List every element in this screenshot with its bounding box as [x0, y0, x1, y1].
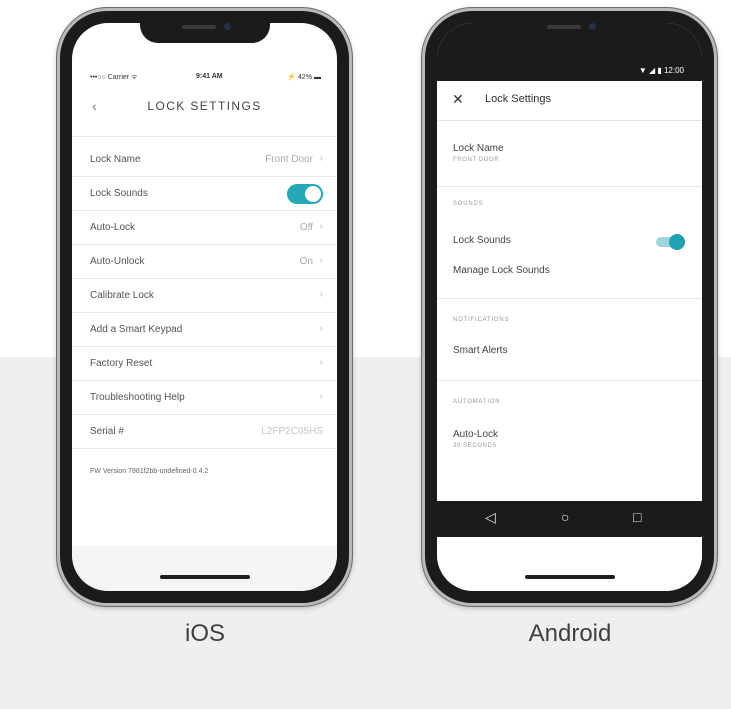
- manage-lock-sounds-item[interactable]: Manage Lock Sounds: [437, 257, 702, 287]
- phone-notch: [504, 17, 635, 43]
- page-title: Lock Settings: [485, 93, 552, 105]
- firmware-version: FW Version 7881f2bb-undefined-0.4.2: [90, 468, 209, 475]
- settings-list: Lock Name Front Door › Lock Sounds Auto-…: [72, 143, 337, 449]
- battery-icon: ⚡ 42% ▬: [287, 74, 321, 81]
- row-label: Lock Sounds: [90, 188, 148, 199]
- home-indicator[interactable]: [524, 575, 615, 579]
- row-auto-lock[interactable]: Auto-Lock Off ›: [72, 211, 337, 245]
- auto-lock-item[interactable]: Auto-Lock 30 SECONDS: [437, 421, 702, 451]
- app-bar: ✕ Lock Settings: [437, 81, 702, 121]
- chevron-right-icon: ›: [319, 221, 323, 232]
- status-time: 9:41 AM: [196, 73, 223, 80]
- smart-alerts-item[interactable]: Smart Alerts: [437, 337, 702, 367]
- lock-name-item[interactable]: Lock Name FRONT DOOR: [437, 135, 702, 165]
- section-header: NOTIFICATIONS: [453, 317, 510, 323]
- item-label: Lock Name: [453, 143, 504, 154]
- item-label: Manage Lock Sounds: [453, 265, 550, 276]
- row-value: On: [299, 256, 313, 267]
- chevron-right-icon: ›: [319, 255, 323, 266]
- row-label: Calibrate Lock: [90, 290, 154, 301]
- android-screen: ▼ ◢ ▮ 12:00 ✕ Lock Settings Lock Name FR…: [437, 23, 702, 591]
- nav-home-icon[interactable]: ○: [561, 509, 569, 525]
- section-header: AUTOMATION: [453, 399, 501, 405]
- phone-notch: [139, 17, 270, 43]
- ios-phone: •••○○ Carrier ᯤ 9:41 AM ⚡ 42% ▬ ‹ LOCK S…: [57, 8, 352, 606]
- row-value: Off: [299, 222, 313, 233]
- item-label: Auto-Lock: [453, 429, 499, 440]
- ios-caption: iOS: [184, 620, 225, 647]
- chevron-right-icon: ›: [319, 289, 323, 300]
- nav-recents-icon[interactable]: □: [633, 509, 641, 525]
- system-nav-bar: ◁ ○ □: [437, 501, 702, 537]
- row-calibrate-lock[interactable]: Calibrate Lock ›: [72, 279, 337, 313]
- settings-body: Lock Name FRONT DOOR SOUNDS Lock Sounds …: [437, 121, 702, 481]
- lock-sounds-toggle[interactable]: [656, 234, 685, 250]
- lock-sounds-item: Lock Sounds: [437, 227, 702, 257]
- status-icons: ▼ ◢ ▮ 12:00: [638, 66, 684, 75]
- automation-section: AUTOMATION Auto-Lock 30 SECONDS: [437, 381, 702, 481]
- lock-sounds-toggle[interactable]: [287, 184, 323, 204]
- nav-back-icon[interactable]: ◁: [485, 509, 496, 526]
- item-value: FRONT DOOR: [453, 157, 500, 163]
- android-phone: ▼ ◢ ▮ 12:00 ✕ Lock Settings Lock Name FR…: [422, 8, 717, 606]
- chevron-right-icon: ›: [319, 153, 323, 164]
- row-lock-sounds: Lock Sounds: [72, 177, 337, 211]
- home-indicator[interactable]: [159, 575, 250, 579]
- chevron-right-icon: ›: [319, 323, 323, 334]
- ios-screen: •••○○ Carrier ᯤ 9:41 AM ⚡ 42% ▬ ‹ LOCK S…: [72, 23, 337, 591]
- bottom-area: [72, 546, 337, 591]
- page-title: LOCK SETTINGS: [147, 99, 262, 113]
- row-label: Add a Smart Keypad: [90, 324, 183, 335]
- row-lock-name[interactable]: Lock Name Front Door ›: [72, 143, 337, 177]
- item-value: 30 SECONDS: [453, 443, 498, 449]
- row-serial-number: Serial # L2FP2C05HS: [72, 415, 337, 449]
- serial-value: L2FP2C05HS: [261, 426, 323, 437]
- item-label: Lock Sounds: [453, 235, 511, 246]
- row-label: Lock Name: [90, 154, 141, 165]
- row-troubleshooting-help[interactable]: Troubleshooting Help ›: [72, 381, 337, 415]
- lock-name-section: Lock Name FRONT DOOR: [437, 121, 702, 187]
- sounds-section: SOUNDS Lock Sounds Manage Lock Sounds: [437, 187, 702, 299]
- row-add-smart-keypad[interactable]: Add a Smart Keypad ›: [72, 313, 337, 347]
- nav-bar: ‹ LOCK SETTINGS: [72, 87, 337, 137]
- row-auto-unlock[interactable]: Auto-Unlock On ›: [72, 245, 337, 279]
- chevron-right-icon: ›: [319, 391, 323, 402]
- chevron-right-icon: ›: [319, 357, 323, 368]
- android-caption: Android: [528, 620, 612, 647]
- row-label: Auto-Unlock: [90, 256, 145, 267]
- row-factory-reset[interactable]: Factory Reset ›: [72, 347, 337, 381]
- row-value: Front Door: [265, 154, 313, 165]
- row-label: Factory Reset: [90, 358, 153, 369]
- carrier-signal: •••○○ Carrier ᯤ: [90, 74, 138, 81]
- item-label: Smart Alerts: [453, 345, 508, 356]
- row-label: Serial #: [90, 426, 124, 437]
- row-label: Auto-Lock: [90, 222, 136, 233]
- section-header: SOUNDS: [453, 201, 484, 207]
- bottom-area: [437, 537, 702, 591]
- row-label: Troubleshooting Help: [90, 392, 185, 403]
- notifications-section: NOTIFICATIONS Smart Alerts: [437, 299, 702, 381]
- close-icon[interactable]: ✕: [452, 91, 464, 108]
